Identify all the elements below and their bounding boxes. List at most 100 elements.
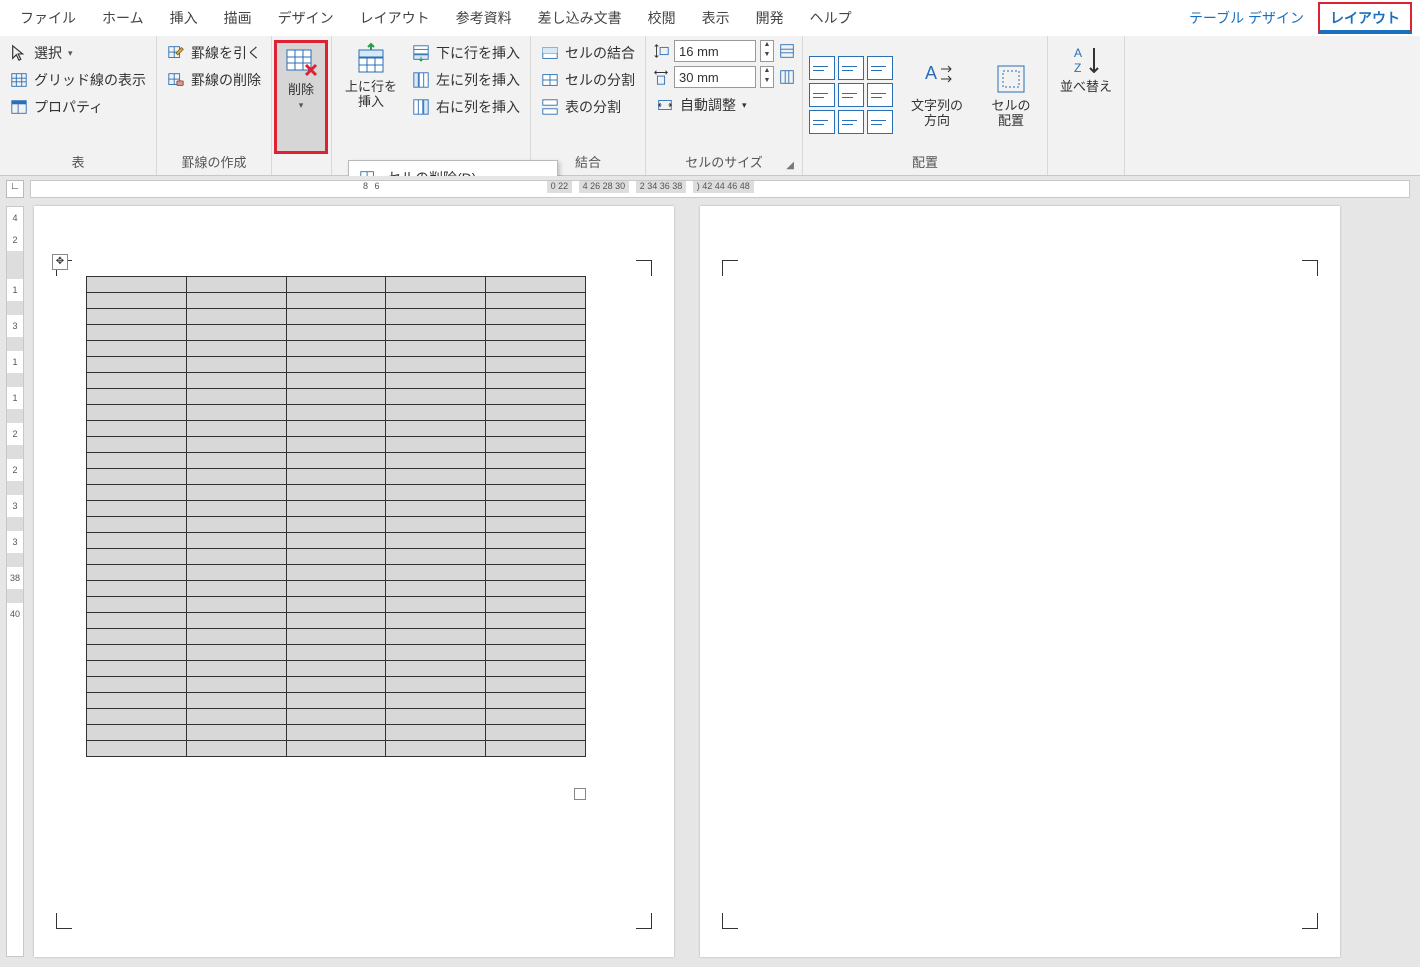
- table-cell[interactable]: [186, 389, 286, 405]
- tab-insert[interactable]: 挿入: [158, 2, 210, 34]
- align-bot-center[interactable]: [838, 110, 864, 134]
- table-cell[interactable]: [486, 453, 586, 469]
- table-cell[interactable]: [386, 373, 486, 389]
- table-cell[interactable]: [87, 453, 187, 469]
- table-cell[interactable]: [186, 501, 286, 517]
- table-cell[interactable]: [87, 373, 187, 389]
- tab-mailings[interactable]: 差し込み文書: [526, 2, 634, 34]
- table-cell[interactable]: [486, 533, 586, 549]
- table-cell[interactable]: [486, 373, 586, 389]
- table-cell[interactable]: [87, 421, 187, 437]
- table-cell[interactable]: [286, 533, 386, 549]
- table-cell[interactable]: [386, 293, 486, 309]
- table-cell[interactable]: [286, 277, 386, 293]
- align-top-right[interactable]: [867, 56, 893, 80]
- tab-design[interactable]: デザイン: [266, 2, 346, 34]
- table-cell[interactable]: [186, 405, 286, 421]
- draw-border-button[interactable]: 罫線を引く: [163, 40, 265, 66]
- table-cell[interactable]: [486, 469, 586, 485]
- table-cell[interactable]: [486, 709, 586, 725]
- table-cell[interactable]: [286, 693, 386, 709]
- table-cell[interactable]: [186, 437, 286, 453]
- tab-help[interactable]: ヘルプ: [798, 2, 864, 34]
- table-cell[interactable]: [87, 677, 187, 693]
- table-cell[interactable]: [486, 341, 586, 357]
- table-cell[interactable]: [186, 453, 286, 469]
- align-top-center[interactable]: [838, 56, 864, 80]
- tab-references[interactable]: 参考資料: [444, 2, 524, 34]
- table-cell[interactable]: [87, 501, 187, 517]
- table-cell[interactable]: [87, 485, 187, 501]
- align-mid-left[interactable]: [809, 83, 835, 107]
- tab-table-layout[interactable]: レイアウト: [1318, 2, 1412, 34]
- table-cell[interactable]: [186, 533, 286, 549]
- tab-table-design[interactable]: テーブル デザイン: [1177, 2, 1316, 34]
- table-cell[interactable]: [286, 405, 386, 421]
- dialog-launcher-icon[interactable]: ◢: [786, 160, 794, 171]
- table-cell[interactable]: [286, 629, 386, 645]
- table-cell[interactable]: [186, 373, 286, 389]
- table-cell[interactable]: [286, 453, 386, 469]
- table-cell[interactable]: [286, 725, 386, 741]
- table-cell[interactable]: [186, 597, 286, 613]
- col-width-spinner[interactable]: ▲▼: [760, 66, 774, 88]
- insert-above-button[interactable]: 上に行を挿入: [338, 40, 404, 154]
- autofit-button[interactable]: 自動調整 ▾: [652, 92, 796, 118]
- table-cell[interactable]: [286, 549, 386, 565]
- table-cell[interactable]: [386, 341, 486, 357]
- row-height-input[interactable]: 16 mm: [674, 40, 756, 62]
- table-cell[interactable]: [186, 693, 286, 709]
- table-cell[interactable]: [286, 485, 386, 501]
- table-cell[interactable]: [186, 677, 286, 693]
- table-cell[interactable]: [386, 565, 486, 581]
- table-cell[interactable]: [386, 309, 486, 325]
- table-cell[interactable]: [186, 709, 286, 725]
- table-cell[interactable]: [486, 389, 586, 405]
- table-cell[interactable]: [87, 581, 187, 597]
- table-cell[interactable]: [286, 293, 386, 309]
- table-cell[interactable]: [87, 741, 187, 757]
- table-cell[interactable]: [486, 293, 586, 309]
- table-cell[interactable]: [386, 485, 486, 501]
- table-cell[interactable]: [486, 501, 586, 517]
- table-cell[interactable]: [87, 293, 187, 309]
- table-cell[interactable]: [286, 389, 386, 405]
- document-page-1[interactable]: ✥: [34, 206, 674, 957]
- table-cell[interactable]: [386, 357, 486, 373]
- table-move-handle[interactable]: ✥: [52, 254, 68, 270]
- table-cell[interactable]: [386, 725, 486, 741]
- table-cell[interactable]: [186, 725, 286, 741]
- table-cell[interactable]: [186, 517, 286, 533]
- table-cell[interactable]: [386, 469, 486, 485]
- table-cell[interactable]: [386, 677, 486, 693]
- table-cell[interactable]: [386, 613, 486, 629]
- table-cell[interactable]: [386, 533, 486, 549]
- table-cell[interactable]: [87, 389, 187, 405]
- align-bot-left[interactable]: [809, 110, 835, 134]
- table-cell[interactable]: [186, 645, 286, 661]
- split-cells-button[interactable]: セルの分割: [537, 67, 639, 93]
- table-cell[interactable]: [87, 693, 187, 709]
- table-cell[interactable]: [186, 565, 286, 581]
- table-cell[interactable]: [486, 437, 586, 453]
- table-cell[interactable]: [386, 405, 486, 421]
- table-cell[interactable]: [286, 597, 386, 613]
- table-cell[interactable]: [486, 741, 586, 757]
- erase-border-button[interactable]: 罫線の削除: [163, 67, 265, 93]
- table-cell[interactable]: [286, 373, 386, 389]
- table-cell[interactable]: [186, 661, 286, 677]
- align-top-left[interactable]: [809, 56, 835, 80]
- table-cell[interactable]: [486, 613, 586, 629]
- table-cell[interactable]: [486, 357, 586, 373]
- table-cell[interactable]: [286, 677, 386, 693]
- table-cell[interactable]: [286, 565, 386, 581]
- horizontal-ruler[interactable]: 8 6 0 22 4 26 28 30 2 34 36 38 ) 42 44 4…: [30, 180, 1410, 198]
- table-cell[interactable]: [286, 709, 386, 725]
- document-page-2[interactable]: [700, 206, 1340, 957]
- table-cell[interactable]: [386, 437, 486, 453]
- table-cell[interactable]: [87, 405, 187, 421]
- table-cell[interactable]: [87, 549, 187, 565]
- table-cell[interactable]: [286, 325, 386, 341]
- table-cell[interactable]: [486, 565, 586, 581]
- table-cell[interactable]: [386, 501, 486, 517]
